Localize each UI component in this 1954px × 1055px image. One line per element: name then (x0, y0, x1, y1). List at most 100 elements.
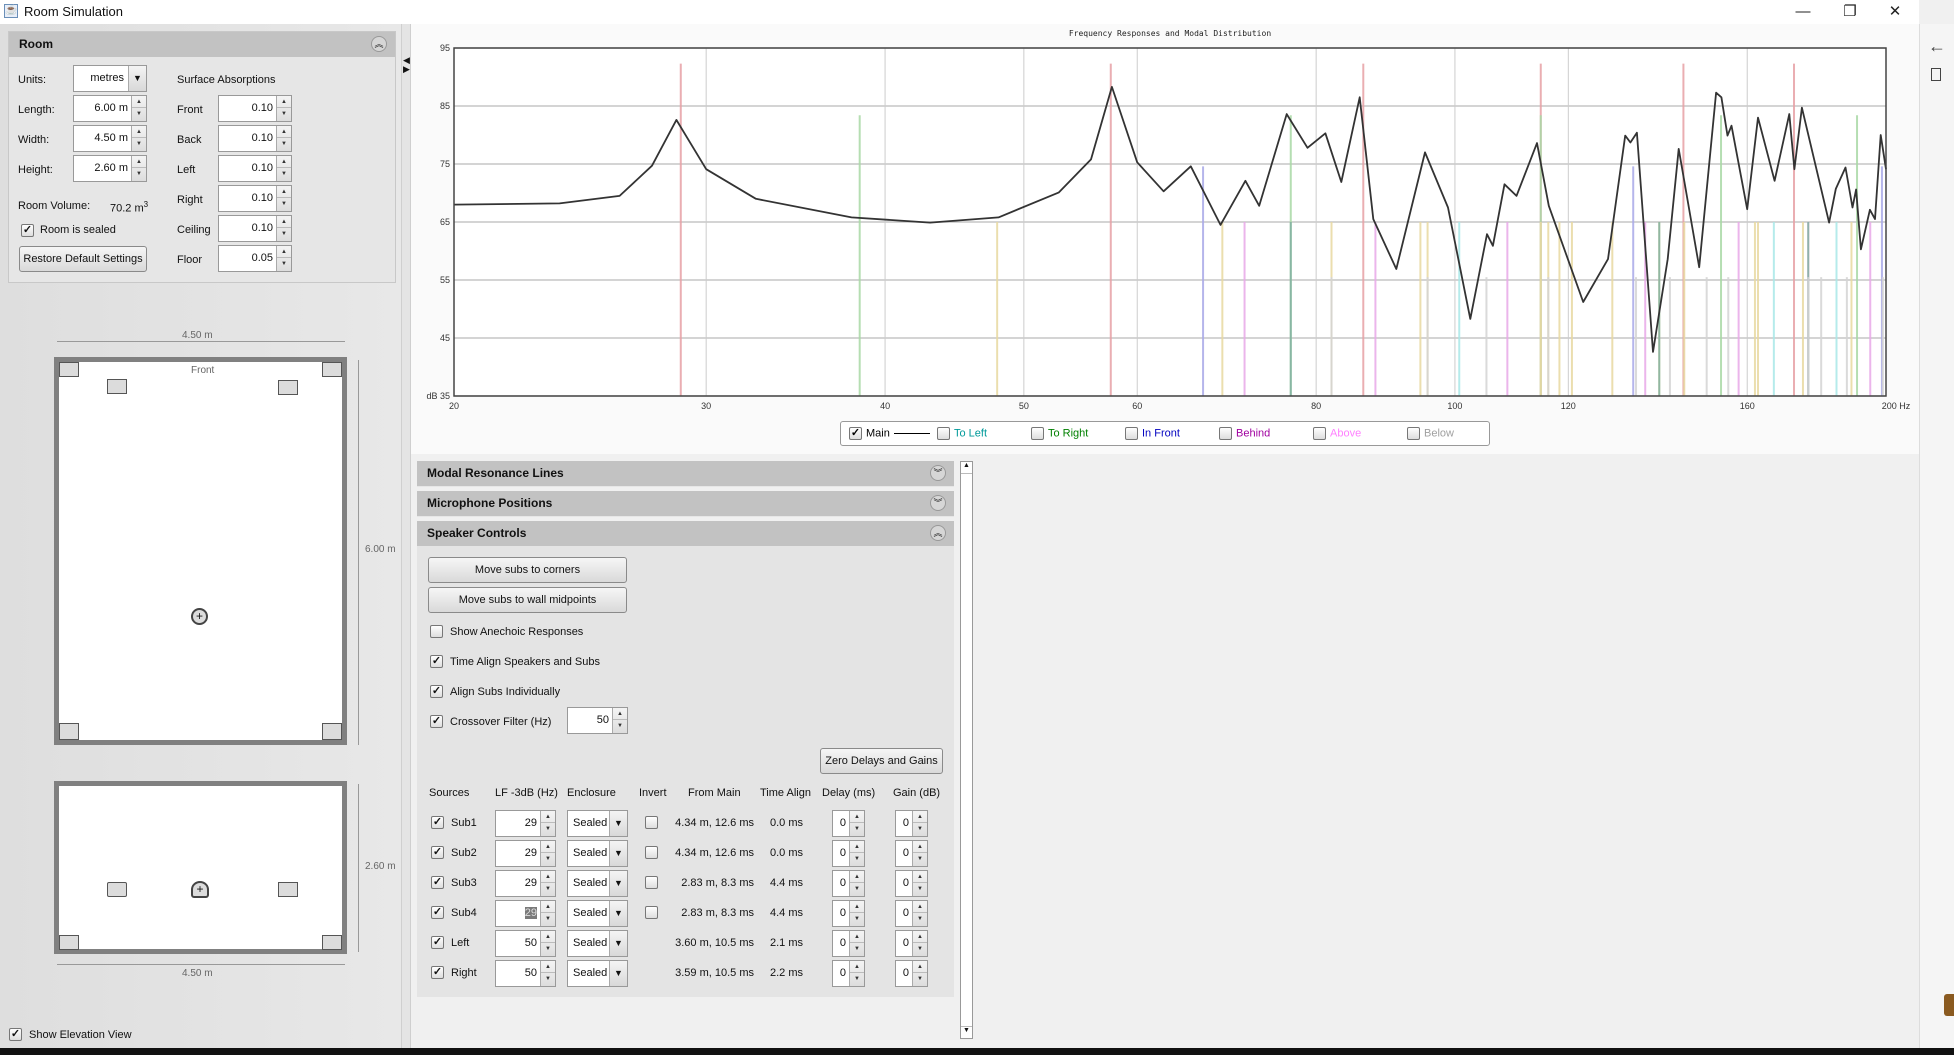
spin-up-icon[interactable]: ▲ (541, 961, 555, 973)
spin-down-icon[interactable]: ▼ (277, 228, 291, 240)
scroll-down-icon[interactable]: ▼ (961, 1026, 972, 1038)
legend-checkbox[interactable] (1313, 427, 1326, 440)
invert-checkbox[interactable] (645, 846, 658, 859)
dropdown-arrow-icon[interactable]: ▼ (609, 931, 627, 956)
gain-field[interactable]: 0 ▲ ▼ (895, 870, 928, 897)
legend-checkbox[interactable] (937, 427, 950, 440)
option-checkbox-0[interactable] (430, 625, 443, 638)
spin-down-icon[interactable]: ▼ (850, 853, 864, 865)
spinner[interactable]: ▲ ▼ (276, 126, 291, 151)
spin-up-icon[interactable]: ▲ (132, 96, 146, 108)
spin-down-icon[interactable]: ▼ (277, 138, 291, 150)
delay-field[interactable]: 0 ▲ ▼ (832, 960, 865, 987)
absorption-floor-field[interactable]: 0.05 ▲ ▼ (218, 245, 292, 272)
spin-up-icon[interactable]: ▲ (913, 901, 927, 913)
source-enabled-checkbox[interactable]: ✓ (431, 876, 444, 889)
enclosure-select[interactable]: Sealed ▼ (567, 810, 628, 837)
spin-up-icon[interactable]: ▲ (913, 811, 927, 823)
delay-field[interactable]: 0 ▲ ▼ (832, 810, 865, 837)
spin-up-icon[interactable]: ▲ (850, 931, 864, 943)
spin-down-icon[interactable]: ▼ (132, 108, 146, 120)
enclosure-select[interactable]: Sealed ▼ (567, 840, 628, 867)
room-plan-view[interactable]: Front + (54, 357, 347, 745)
spin-down-icon[interactable]: ▼ (913, 973, 927, 985)
delay-field[interactable]: 0 ▲ ▼ (832, 930, 865, 957)
show-elevation-checkbox[interactable]: ✓ (9, 1028, 22, 1041)
gain-field[interactable]: 0 ▲ ▼ (895, 930, 928, 957)
option-checkbox-1[interactable]: ✓ (430, 655, 443, 668)
length-field[interactable]: 6.00 m ▲ ▼ (73, 95, 147, 122)
gain-field[interactable]: 0 ▲ ▼ (895, 960, 928, 987)
scroll-up-icon[interactable]: ▲ (961, 462, 972, 474)
move-subs-corners-button[interactable]: Move subs to corners (428, 557, 627, 583)
width-field[interactable]: 4.50 m ▲ ▼ (73, 125, 147, 152)
invert-checkbox[interactable] (645, 876, 658, 889)
spinner[interactable]: ▲ ▼ (849, 901, 864, 926)
source-enabled-checkbox[interactable]: ✓ (431, 816, 444, 829)
spin-down-icon[interactable]: ▼ (132, 138, 146, 150)
lf-3db-field[interactable]: 29 ▲ ▼ (495, 810, 556, 837)
spin-up-icon[interactable]: ▲ (850, 871, 864, 883)
collapse-up-icon[interactable]: ︽ (371, 36, 387, 52)
speaker-controls-header[interactable]: Speaker Controls ︽ (417, 521, 954, 546)
dropdown-arrow-icon[interactable]: ▼ (609, 961, 627, 986)
right-speaker[interactable] (278, 882, 298, 897)
spin-up-icon[interactable]: ▲ (277, 96, 291, 108)
spin-down-icon[interactable]: ▼ (132, 168, 146, 180)
spinner[interactable]: ▲ ▼ (912, 931, 927, 956)
lf-3db-field[interactable]: 29 ▲ ▼ (495, 900, 556, 927)
spin-up-icon[interactable]: ▲ (277, 216, 291, 228)
legend-item-behind[interactable]: Behind (1219, 427, 1270, 440)
lf-3db-field[interactable]: 29 ▲ ▼ (495, 840, 556, 867)
spin-up-icon[interactable]: ▲ (913, 961, 927, 973)
height-field[interactable]: 2.60 m ▲ ▼ (73, 155, 147, 182)
restore-button[interactable]: ❐ (1830, 2, 1870, 22)
spin-down-icon[interactable]: ▼ (277, 168, 291, 180)
legend-checkbox[interactable] (1219, 427, 1232, 440)
sub2-speaker[interactable] (322, 362, 342, 377)
spin-up-icon[interactable]: ▲ (541, 841, 555, 853)
spinner[interactable]: ▲ ▼ (612, 708, 627, 733)
sub-speaker[interactable] (322, 935, 342, 950)
absorption-back-field[interactable]: 0.10 ▲ ▼ (218, 125, 292, 152)
collapse-up-icon[interactable]: ︽ (930, 525, 946, 541)
spinner[interactable]: ▲ ▼ (849, 871, 864, 896)
spinner[interactable]: ▲ ▼ (131, 126, 146, 151)
right-speaker[interactable] (278, 380, 298, 395)
absorption-front-field[interactable]: 0.10 ▲ ▼ (218, 95, 292, 122)
spinner[interactable]: ▲ ▼ (912, 841, 927, 866)
spinner[interactable]: ▲ ▼ (849, 811, 864, 836)
spin-up-icon[interactable]: ▲ (850, 901, 864, 913)
enclosure-select[interactable]: Sealed ▼ (567, 960, 628, 987)
spinner[interactable]: ▲ ▼ (276, 186, 291, 211)
left-speaker[interactable] (107, 882, 127, 897)
spin-up-icon[interactable]: ▲ (132, 126, 146, 138)
legend-checkbox[interactable] (1031, 427, 1044, 440)
spinner[interactable]: ▲ ▼ (540, 871, 555, 896)
spinner[interactable]: ▲ ▼ (276, 216, 291, 241)
spin-up-icon[interactable]: ▲ (913, 931, 927, 943)
spin-down-icon[interactable]: ▼ (913, 823, 927, 835)
legend-item-to-left[interactable]: To Left (937, 427, 987, 440)
dropdown-arrow-icon[interactable]: ▼ (609, 871, 627, 896)
spin-down-icon[interactable]: ▼ (913, 913, 927, 925)
left-speaker[interactable] (107, 379, 127, 394)
spin-up-icon[interactable]: ▲ (541, 931, 555, 943)
arrow-left-icon[interactable]: ← (1928, 36, 1946, 57)
spinner[interactable]: ▲ ▼ (540, 961, 555, 986)
legend-item-to-right[interactable]: To Right (1031, 427, 1088, 440)
spin-up-icon[interactable]: ▲ (277, 246, 291, 258)
spinner[interactable]: ▲ ▼ (540, 841, 555, 866)
gain-field[interactable]: 0 ▲ ▼ (895, 810, 928, 837)
spin-down-icon[interactable]: ▼ (850, 823, 864, 835)
spinner[interactable]: ▲ ▼ (276, 96, 291, 121)
dropdown-arrow-icon[interactable]: ▼ (128, 66, 146, 91)
spin-down-icon[interactable]: ▼ (850, 883, 864, 895)
spinner[interactable]: ▲ ▼ (912, 961, 927, 986)
spin-up-icon[interactable]: ▲ (850, 841, 864, 853)
room-elevation-view[interactable]: + (54, 781, 347, 954)
sub1-speaker[interactable] (59, 362, 79, 377)
spinner[interactable]: ▲ ▼ (540, 931, 555, 956)
spin-up-icon[interactable]: ▲ (613, 708, 627, 720)
split-pane-divider[interactable]: ◀ ▶ (401, 24, 411, 1048)
